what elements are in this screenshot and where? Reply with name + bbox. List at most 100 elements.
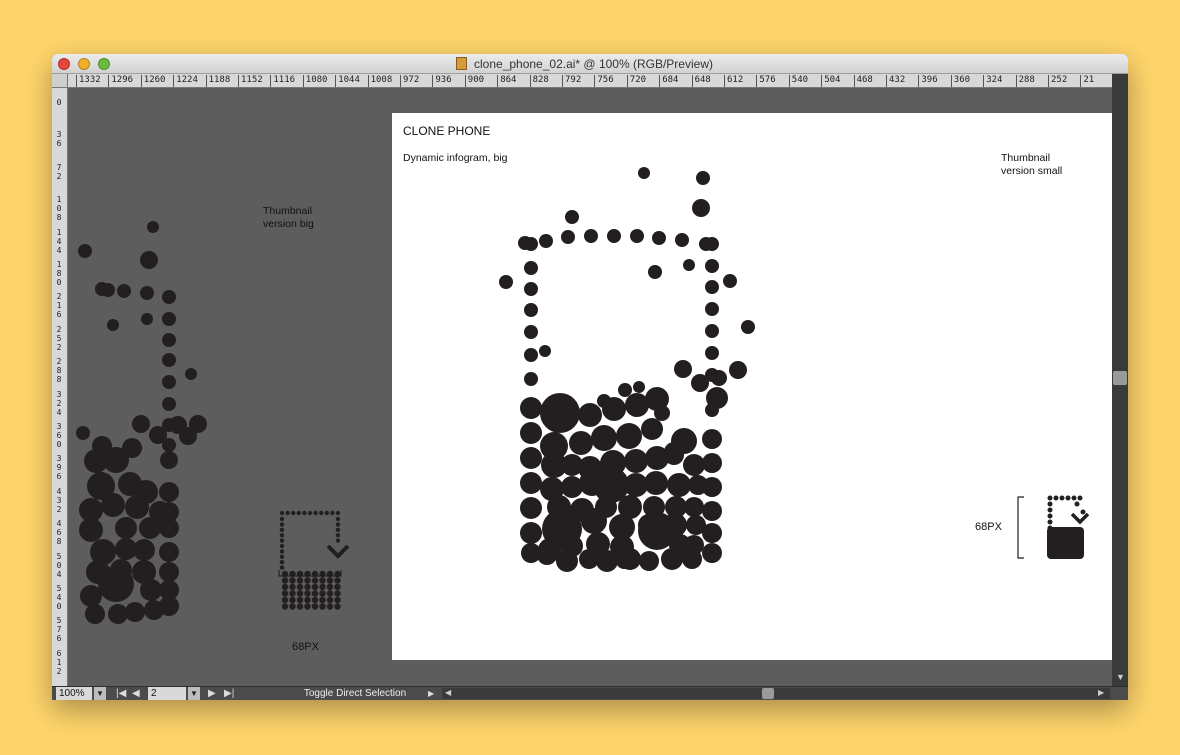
vertical-scrollbar[interactable]: ▼	[1112, 74, 1128, 686]
infogram-dot	[281, 603, 289, 610]
ruler-origin[interactable]	[52, 74, 68, 88]
scroll-right-icon[interactable]: ▶	[1098, 688, 1104, 697]
infogram-dot	[115, 517, 137, 539]
large-phone-infogram-partial[interactable]	[76, 221, 207, 624]
zoom-level-field[interactable]: 100%	[56, 687, 92, 700]
infogram-dot	[307, 510, 313, 516]
page-number-field[interactable]: 2	[148, 687, 186, 700]
infogram-dot	[537, 545, 557, 565]
infogram-dot	[279, 527, 285, 532]
next-page-icon[interactable]: ▶	[208, 687, 216, 700]
infogram-dot	[304, 583, 311, 591]
ruler-tick: 468	[853, 75, 873, 87]
horizontal-scroll-thumb[interactable]	[762, 688, 774, 699]
infogram-dot	[125, 495, 149, 519]
illustrator-window: clone_phone_02.ai* @ 100% (RGB/Preview) …	[52, 54, 1128, 700]
horizontal-ruler[interactable]: 1332 1296 1260 1224 1188 1152 1116 1080 1044 1008…	[68, 74, 1112, 88]
infogram-dot	[705, 259, 719, 273]
first-page-icon[interactable]: |◀	[116, 687, 126, 700]
infogram-dot	[683, 454, 705, 476]
previous-page-icon[interactable]: ◀	[132, 687, 140, 700]
ruler-tick: 144	[56, 227, 62, 255]
infogram-dot	[335, 527, 341, 532]
ruler-tick: 1008	[367, 75, 392, 87]
infogram-dot	[185, 368, 197, 380]
status-text[interactable]: Toggle Direct Selection	[280, 687, 430, 700]
horizontal-scrollbar[interactable]: ◀ ▶	[442, 688, 1110, 699]
infogram-dot	[520, 397, 542, 419]
status-menu-icon[interactable]: ▶	[428, 687, 434, 700]
infogram-dot	[556, 550, 578, 572]
infogram-dot	[101, 283, 115, 297]
infogram-dot	[296, 603, 304, 610]
ruler-tick: 828	[529, 75, 549, 87]
ruler-tick: 1260	[140, 75, 165, 87]
ruler-tick: 360	[950, 75, 970, 87]
ruler-tick: 72	[56, 162, 62, 181]
infogram-dot	[607, 229, 621, 243]
infogram-dot	[279, 522, 285, 527]
vertical-ruler[interactable]: 0 36 72 108 144 180 216 252 288 324 360 396 432 468 50…	[52, 88, 68, 686]
thumbnail-big-infogram[interactable]	[279, 510, 350, 610]
infogram-dot	[160, 451, 178, 469]
ruler-tick: 576	[756, 75, 776, 87]
infogram-dot	[281, 590, 289, 597]
ruler-tick: 36	[56, 130, 62, 149]
infogram-dot	[705, 324, 719, 338]
infogram-dot	[334, 590, 341, 597]
ruler-tick: 288	[56, 357, 62, 385]
infogram-dot	[596, 550, 618, 572]
ruler-tick: 396	[918, 75, 938, 87]
infogram-dot	[80, 585, 102, 607]
infogram-dot	[499, 275, 513, 289]
canvas-area[interactable]: Thumbnail version big 68PX CLONE PHONE D…	[68, 88, 1112, 686]
infogram-dot	[1074, 501, 1080, 507]
infogram-dot	[702, 543, 722, 563]
infogram-dot	[296, 577, 304, 584]
infogram-dot	[162, 312, 176, 326]
ruler-tick: 1296	[108, 75, 133, 87]
infogram-dot	[162, 290, 176, 304]
infogram-dot	[101, 493, 125, 517]
scroll-arrow-icon[interactable]: ▼	[1116, 672, 1125, 682]
infogram-dot	[520, 447, 542, 469]
ruler-tick: 864	[497, 75, 516, 87]
ruler-tick: 1152	[238, 75, 263, 87]
title-bar[interactable]: clone_phone_02.ai* @ 100% (RGB/Preview)	[52, 54, 1128, 74]
thumbnail-small-infogram[interactable]	[1047, 495, 1090, 560]
thumb-small-body-shape	[1047, 527, 1084, 559]
artboard-artwork[interactable]	[392, 113, 1112, 660]
zoom-icon[interactable]	[98, 58, 110, 70]
infogram-dot	[569, 431, 593, 455]
infogram-dot	[540, 393, 580, 433]
infogram-dot	[304, 590, 311, 597]
infogram-dot	[319, 590, 326, 597]
infogram-dot	[162, 375, 176, 389]
infogram-dot	[279, 554, 285, 559]
infogram-dot	[304, 596, 311, 604]
page-dropdown-icon[interactable]: ▼	[188, 687, 200, 700]
infogram-dot	[696, 171, 710, 185]
vertical-scroll-thumb[interactable]	[1113, 371, 1127, 385]
minimize-icon[interactable]	[78, 58, 90, 70]
infogram-dot	[624, 449, 648, 473]
close-icon[interactable]	[58, 58, 70, 70]
phone-infogram-big[interactable]	[499, 167, 755, 572]
infogram-dot	[335, 538, 341, 543]
infogram-dot	[520, 422, 542, 444]
scroll-left-icon[interactable]: ◀	[445, 688, 451, 697]
artboard[interactable]: CLONE PHONE Dynamic infogram, big Thumbn…	[392, 113, 1112, 660]
last-page-icon[interactable]: ▶|	[224, 687, 234, 700]
infogram-dot	[702, 453, 722, 473]
infogram-dot	[324, 510, 329, 516]
infogram-dot	[335, 516, 341, 522]
infogram-dot	[279, 533, 285, 538]
infogram-dot	[702, 501, 722, 521]
zoom-dropdown-icon[interactable]: ▼	[94, 687, 106, 700]
infogram-dot	[705, 403, 719, 417]
ruler-tick: 396	[56, 454, 62, 482]
ruler-tick: 360	[56, 422, 62, 449]
ruler-tick: 0	[56, 98, 62, 107]
infogram-dot	[702, 429, 722, 449]
ruler-tick: 216	[56, 292, 62, 320]
